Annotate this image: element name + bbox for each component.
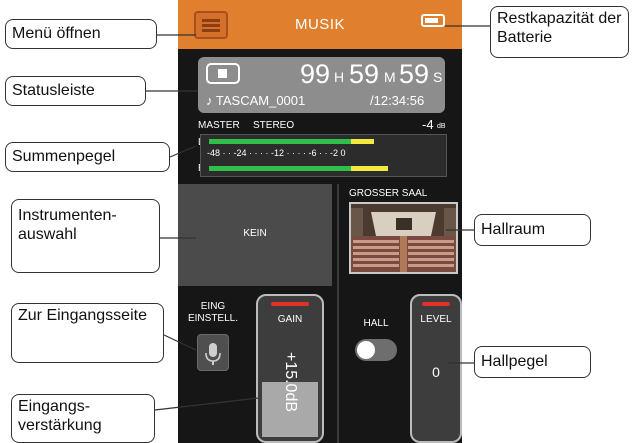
menu-icon-bar <box>202 24 220 27</box>
file-name: ♪ TASCAM_0001 <box>206 93 306 108</box>
toggle-knob <box>357 341 375 359</box>
input-settings-label-2: EINSTELL. <box>187 313 239 324</box>
input-settings-button[interactable] <box>197 334 229 371</box>
hall-label: HALL <box>363 318 389 329</box>
slider-cap <box>422 302 450 306</box>
peak-value: -4 <box>422 117 434 132</box>
callout-meter: Summenpegel <box>5 142 170 172</box>
meter-scale: -48 · · -24 · · · · -12 · · · · -6 · · -… <box>207 148 346 158</box>
hall-toggle[interactable] <box>355 339 397 361</box>
callout-battery: Restkapazität der Batterie <box>490 6 629 58</box>
level-label: LEVEL <box>420 314 452 325</box>
stop-button[interactable] <box>206 63 240 84</box>
hall-room-select[interactable]: GROSSER SAAL <box>342 184 462 286</box>
callout-menu: Menü öffnen <box>5 19 157 49</box>
status-bar: 99 H 59 M 59 S ♪ TASCAM_0001 /12:34:56 <box>198 57 445 113</box>
hours-value: 99 <box>300 59 331 89</box>
master-meter: -48 · · -24 · · · · -12 · · · · -6 · · -… <box>200 134 447 177</box>
level-value: 0 <box>432 364 440 380</box>
battery-level <box>425 18 438 23</box>
concert-hall-image <box>349 202 458 274</box>
callout-hall-level: Hallpegel <box>474 346 591 378</box>
concert-hall-picture <box>351 204 456 272</box>
meter-segment <box>209 166 351 171</box>
menu-button[interactable] <box>194 11 228 39</box>
peak-unit: dB <box>437 123 446 130</box>
input-settings-label-1: EING <box>200 301 226 312</box>
minutes-unit: M <box>384 69 396 85</box>
hours-unit: H <box>334 69 345 85</box>
menu-icon-bar <box>202 19 220 22</box>
seconds-unit: S <box>433 69 443 85</box>
header-bar: MUSIK <box>178 0 462 49</box>
callout-input-page: Zur Eingangsseite <box>11 303 164 363</box>
app-screen: MUSIK 99 H 59 M 59 S ♪ TASCAM_0001 /12:3… <box>178 0 462 443</box>
menu-icon-bar <box>202 29 220 32</box>
master-label: MASTER <box>198 120 240 131</box>
hall-room-label: GROSSER SAAL <box>349 188 428 199</box>
minutes-value: 59 <box>349 59 380 89</box>
callout-gain: Eingangs-verstärkung <box>11 394 155 443</box>
gain-value: +15.0dB <box>282 351 299 413</box>
stop-icon <box>218 69 227 78</box>
total-time: /12:34:56 <box>370 93 425 108</box>
callout-status: Statusleiste <box>5 76 146 106</box>
meter-segment <box>351 166 388 171</box>
meter-segment <box>209 139 351 144</box>
gain-slider[interactable]: GAIN +15.0dB <box>256 294 324 443</box>
hall-level-slider[interactable]: LEVEL 0 <box>410 294 462 443</box>
callout-instrument: Instrumenten-auswahl <box>11 199 160 273</box>
column-divider <box>337 184 339 443</box>
instrument-select[interactable]: KEIN <box>178 184 332 286</box>
instrument-value: KEIN <box>243 228 267 239</box>
stereo-label: STEREO <box>253 120 295 131</box>
meter-segment <box>351 139 374 144</box>
meter-bar-l <box>209 139 374 144</box>
battery-icon <box>421 14 445 27</box>
seconds-value: 59 <box>399 59 430 89</box>
slider-cap <box>271 302 309 306</box>
meter-bar-r <box>209 166 388 171</box>
callout-hall-room: Hallraum <box>474 214 591 246</box>
microphone-icon <box>205 343 221 365</box>
